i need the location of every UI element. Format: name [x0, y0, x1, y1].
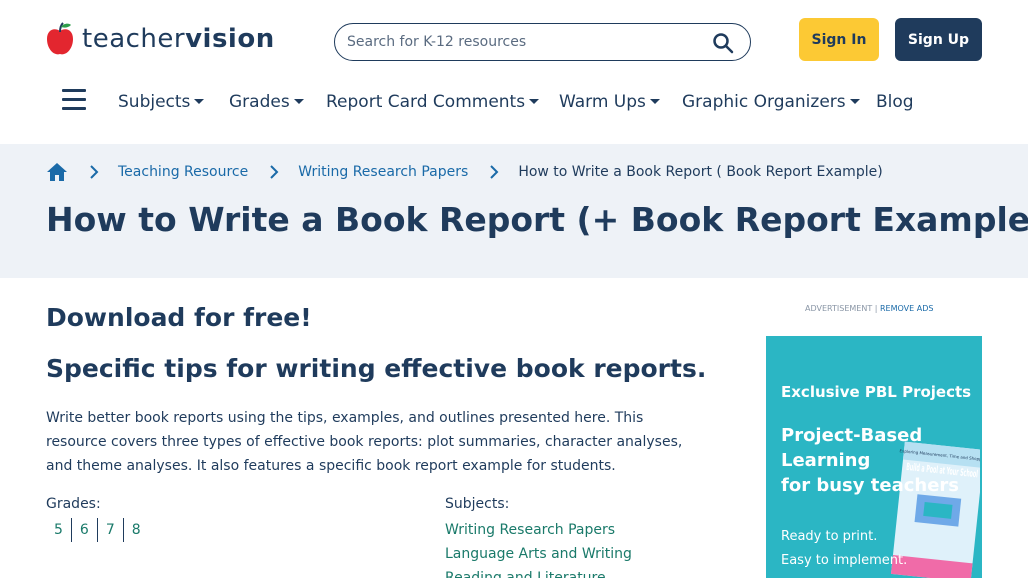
sign-in-button[interactable]: Sign In	[799, 18, 879, 61]
search-input[interactable]	[347, 32, 687, 52]
subject-link[interactable]: Language Arts and Writing	[445, 542, 632, 566]
nav-label: Graphic Organizers	[682, 92, 846, 112]
nav-label: Blog	[876, 92, 914, 112]
ad-title-line3: for busy teachers	[781, 475, 959, 496]
subject-link[interactable]: Writing Research Papers	[445, 518, 632, 542]
title-banner: Teaching Resource Writing Research Paper…	[0, 144, 1028, 278]
nav-graphic-organizers[interactable]: Graphic Organizers	[682, 92, 860, 112]
resource-description: Write better book reports using the tips…	[46, 410, 683, 474]
grades-label: Grades:	[46, 496, 101, 512]
grade-link[interactable]: 6	[72, 518, 98, 542]
nav-subjects[interactable]: Subjects	[118, 92, 205, 112]
nav-label: Grades	[229, 92, 290, 112]
caret-down-icon	[529, 99, 540, 104]
advertisement-label: ADVERTISEMENT | REMOVE ADS	[805, 304, 933, 313]
hamburger-menu-icon[interactable]	[62, 89, 86, 111]
home-icon[interactable]	[46, 161, 68, 183]
subject-link[interactable]: Reading and Literature	[445, 566, 632, 578]
logo-wordmark: teachervision	[82, 21, 275, 57]
remove-ads-link[interactable]: REMOVE ADS	[880, 304, 933, 313]
nav-blog[interactable]: Blog	[876, 92, 914, 112]
grade-link[interactable]: 5	[46, 518, 72, 542]
page-title: How to Write a Book Report (+ Book Repor…	[46, 200, 1028, 239]
nav-warm-ups[interactable]: Warm Ups	[559, 92, 660, 112]
site-header: teachervision Sign In Sign Up Subjects G…	[0, 0, 1028, 144]
main-nav: Subjects Grades Report Card Comments War…	[0, 84, 1028, 124]
ad-heading: Exclusive PBL Projects	[781, 383, 972, 401]
grades-list: 5 6 7 8	[46, 518, 149, 542]
nav-grades[interactable]: Grades	[229, 92, 304, 112]
breadcrumb-current: How to Write a Book Report ( Book Report…	[518, 164, 883, 180]
nav-label: Report Card Comments	[326, 92, 526, 112]
ad-title: Project-Based Learning for busy teachers	[781, 423, 961, 498]
ad-line-2: Easy to implement.	[781, 553, 908, 568]
teachervision-logo[interactable]: teachervision	[46, 21, 275, 57]
caret-down-icon	[293, 99, 304, 104]
search-bar	[334, 23, 751, 61]
sign-up-button[interactable]: Sign Up	[895, 18, 982, 61]
ad-label-text: ADVERTISEMENT |	[805, 304, 878, 313]
ad-line-1: Ready to print.	[781, 529, 878, 544]
advertisement-banner[interactable]: Exclusive PBL Projects Exploring Measure…	[766, 336, 982, 578]
caret-down-icon	[649, 99, 660, 104]
grade-link[interactable]: 8	[124, 518, 149, 542]
resource-subtitle: Specific tips for writing effective book…	[46, 354, 707, 383]
search-icon[interactable]	[712, 32, 734, 54]
apple-logo-icon	[47, 22, 73, 55]
caret-down-icon	[849, 99, 860, 104]
chevron-right-icon	[490, 165, 499, 179]
nav-label: Subjects	[118, 92, 191, 112]
ad-title-line1: Project-Based	[781, 425, 923, 446]
subjects-list: Writing Research Papers Language Arts an…	[445, 518, 632, 578]
download-heading: Download for free!	[46, 303, 312, 332]
chevron-right-icon	[270, 165, 279, 179]
grade-link[interactable]: 7	[98, 518, 124, 542]
breadcrumb: Teaching Resource Writing Research Paper…	[46, 160, 883, 184]
logo-part1: teacher	[82, 24, 186, 54]
nav-label: Warm Ups	[559, 92, 646, 112]
breadcrumb-link-teaching-resource[interactable]: Teaching Resource	[118, 164, 248, 180]
subjects-label: Subjects:	[445, 496, 510, 512]
logo-part2: vision	[185, 24, 275, 54]
caret-down-icon	[194, 99, 205, 104]
nav-report-card-comments[interactable]: Report Card Comments	[326, 92, 540, 112]
chevron-right-icon	[90, 165, 99, 179]
breadcrumb-link-writing-research-papers[interactable]: Writing Research Papers	[298, 164, 468, 180]
ad-title-line2: Learning	[781, 450, 871, 471]
